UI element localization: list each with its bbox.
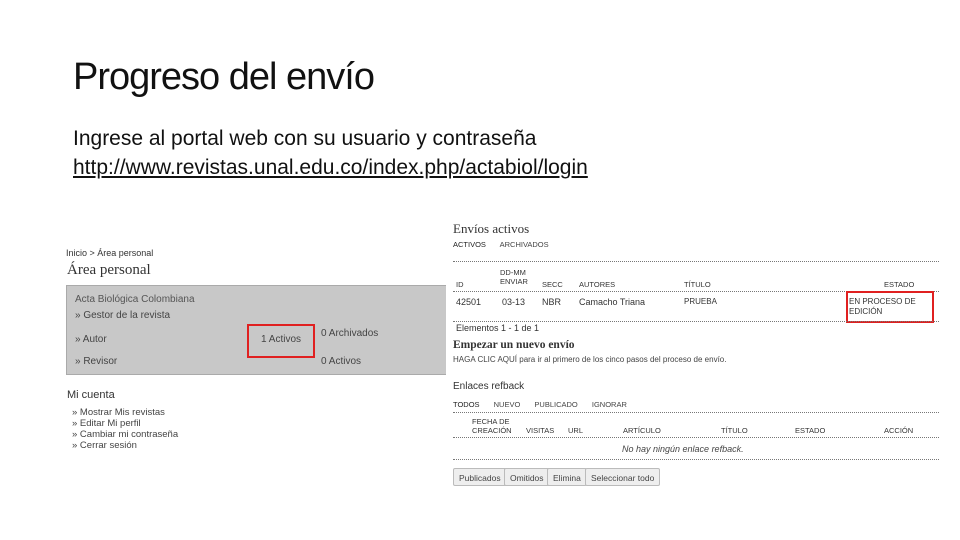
ref-header-url: URL (568, 426, 584, 435)
ref-header-visits: VISITAS (526, 426, 555, 435)
refback-title: Enlaces refback (453, 381, 525, 392)
refback-empty-text: No hay ningún enlace refback. (622, 444, 744, 454)
ref-header-article: ARTÍCULO (623, 426, 661, 435)
reviewer-active-count[interactable]: 0 Activos (321, 356, 361, 368)
submission-id: 42501 (456, 297, 482, 307)
ref-header-created: FECHA DE CREACIÓN (472, 417, 512, 435)
edit-profile-link[interactable]: » Editar Mi perfil (72, 418, 141, 429)
role-editor-link[interactable]: » Gestor de la revista (75, 310, 170, 321)
breadcrumb[interactable]: Inicio > Área personal (66, 248, 153, 258)
divider (453, 437, 939, 438)
slide-instructions: Ingrese al portal web con su usuario y c… (73, 124, 588, 182)
logout-link[interactable]: » Cerrar sesión (72, 440, 137, 451)
login-url-link[interactable]: http://www.revistas.unal.edu.co/index.ph… (73, 156, 588, 179)
journal-name[interactable]: Acta Biológica Colombiana (75, 294, 195, 305)
role-reviewer-link[interactable]: » Revisor (75, 356, 117, 367)
divider (453, 321, 939, 322)
status-highlight (846, 291, 934, 323)
col-header-id: ID (456, 280, 464, 289)
col-header-status: ESTADO (884, 280, 915, 289)
divider (453, 459, 939, 460)
divider (453, 412, 939, 413)
user-home-screenshot: Inicio > Área personal Área personal Act… (64, 244, 454, 464)
omitted-button[interactable]: Omitidos (504, 468, 550, 486)
submission-date: 03-13 (502, 297, 526, 307)
area-personal-title: Área personal (67, 262, 151, 278)
role-author-link[interactable]: » Autor (75, 334, 107, 345)
tab-ignorar[interactable]: IGNORAR (592, 400, 627, 409)
ref-header-status: ESTADO (795, 426, 826, 435)
change-password-link[interactable]: » Cambiar mi contraseña (72, 429, 178, 440)
col-header-authors: AUTORES (579, 280, 616, 289)
tab-activos[interactable]: ACTIVOS (453, 240, 486, 249)
author-archived-count[interactable]: 0 Archivados (321, 328, 381, 340)
select-all-button[interactable]: Seleccionar todo (585, 468, 661, 486)
active-submissions-screenshot: Envíos activos ACTIVOS ARCHIVADOS ID DD-… (446, 215, 940, 495)
ref-header-title: TÍTULO (721, 426, 748, 435)
col-header-section: SECC (542, 280, 563, 289)
new-submission-title: Empezar un nuevo envío (453, 339, 575, 351)
submission-section: NBR (542, 297, 562, 307)
divider (453, 261, 939, 262)
instruction-text: Ingrese al portal web con su usuario y c… (73, 127, 537, 150)
submission-title-link[interactable]: PRUEBA (684, 297, 717, 307)
ref-header-action: ACCIÓN (884, 426, 914, 435)
mi-cuenta-title: Mi cuenta (67, 389, 115, 401)
items-count: Elementos 1 - 1 de 1 (456, 323, 540, 333)
tab-nuevo[interactable]: NUEVO (494, 400, 521, 409)
tab-publicado[interactable]: PUBLICADO (534, 400, 577, 409)
slide-title: Progreso del envío (73, 56, 375, 98)
refback-tabs: TODOS NUEVO PUBLICADO IGNORAR (453, 400, 639, 409)
tab-todos[interactable]: TODOS (453, 400, 480, 409)
col-header-title: TÍTULO (684, 280, 711, 289)
tab-archivados[interactable]: ARCHIVADOS (500, 240, 549, 249)
author-active-highlight (247, 324, 315, 358)
submission-authors: Camacho Triana (579, 297, 646, 307)
col-header-date: DD-MM ENVIAR (500, 268, 528, 286)
show-journals-link[interactable]: » Mostrar Mis revistas (72, 407, 165, 418)
delete-button[interactable]: Elimina (547, 468, 587, 486)
published-button[interactable]: Publicados (453, 468, 507, 486)
new-submission-link[interactable]: HAGA CLIC AQUÍ para ir al primero de los… (453, 355, 726, 364)
submission-tabs: ACTIVOS ARCHIVADOS (453, 240, 561, 249)
active-submissions-title: Envíos activos (453, 221, 530, 236)
